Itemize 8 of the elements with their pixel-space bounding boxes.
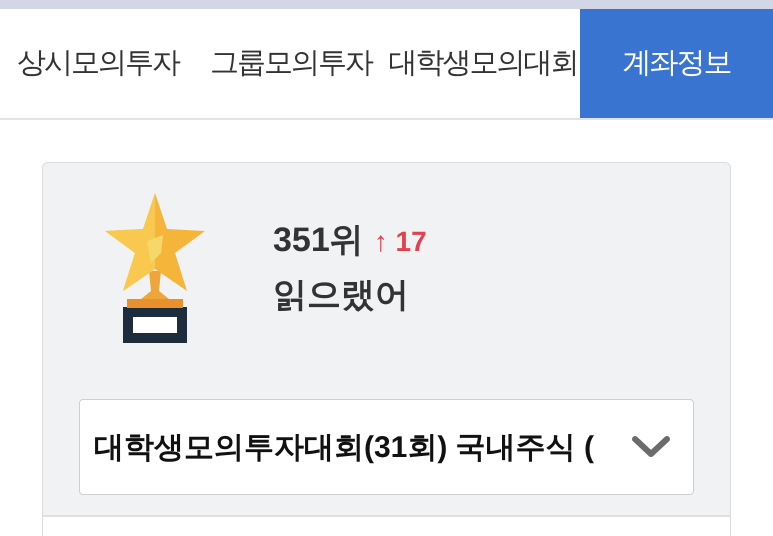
dropdown-value: 대학생모의투자대회(31회) 국내주식 ( xyxy=(94,430,596,466)
contest-dropdown[interactable]: 대학생모의투자대회(31회) 국내주식 ( xyxy=(79,399,694,495)
trophy-icon xyxy=(103,191,207,345)
user-name: 읽으랬어 xyxy=(273,275,410,316)
rank-change: ↑ 17 xyxy=(374,225,427,259)
nav-tab[interactable]: 계좌정보 xyxy=(580,9,773,118)
chevron-down-icon xyxy=(631,435,671,459)
rank-text: 351위 xyxy=(273,220,364,261)
